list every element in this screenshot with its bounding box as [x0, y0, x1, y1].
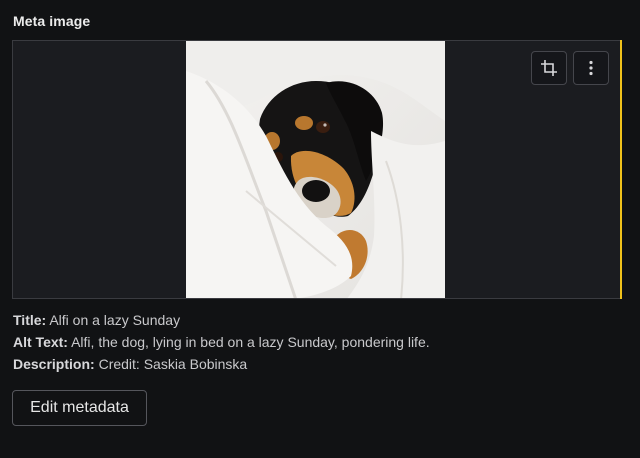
metadata-title: Title: Alfi on a lazy Sunday	[13, 312, 180, 328]
metadata-description-label: Description:	[13, 356, 95, 372]
crop-button[interactable]	[531, 51, 567, 85]
image-preview[interactable]	[12, 40, 621, 299]
meta-image-field: Meta image Title: Alfi on a lazy Sunday …	[0, 0, 640, 458]
more-vertical-icon	[589, 60, 593, 76]
field-label: Meta image	[13, 13, 91, 29]
metadata-alt-value: Alfi, the dog, lying in bed on a lazy Su…	[71, 334, 430, 350]
more-options-button[interactable]	[573, 51, 609, 85]
metadata-description-value: Credit: Saskia Bobinska	[98, 356, 248, 372]
crop-icon	[541, 60, 557, 76]
metadata-title-label: Title:	[13, 312, 47, 328]
edit-metadata-button[interactable]: Edit metadata	[12, 390, 147, 426]
metadata-alt-text: Alt Text: Alfi, the dog, lying in bed on…	[13, 334, 430, 350]
metadata-alt-label: Alt Text:	[13, 334, 68, 350]
focus-indicator	[620, 40, 622, 299]
metadata-description: Description: Credit: Saskia Bobinska	[13, 356, 247, 372]
dog-photo	[186, 41, 445, 298]
metadata-title-value: Alfi on a lazy Sunday	[49, 312, 181, 328]
